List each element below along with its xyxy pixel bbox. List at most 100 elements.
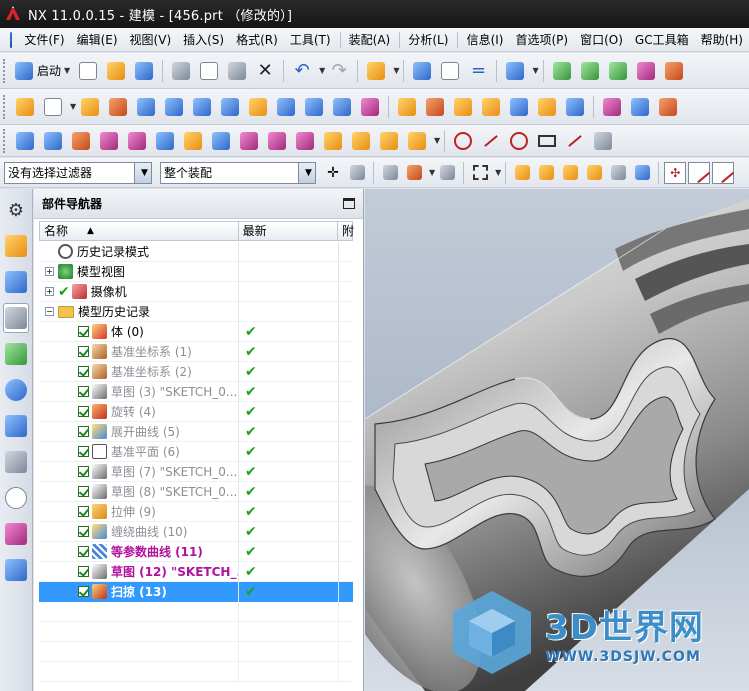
menu-file[interactable]: 文件(F): [18, 29, 70, 51]
menu-window[interactable]: 窗口(O): [574, 29, 629, 51]
snap-point-button[interactable]: [379, 162, 401, 184]
cut-button[interactable]: [169, 59, 193, 83]
undo-button[interactable]: ↶: [290, 59, 314, 83]
through-curves-button[interactable]: [13, 129, 37, 153]
toolbar-grip[interactable]: [3, 128, 7, 153]
visibility-checkbox[interactable]: [78, 446, 89, 457]
edge-select-button[interactable]: [583, 162, 605, 184]
arc-button[interactable]: [507, 129, 531, 153]
visibility-checkbox[interactable]: [78, 386, 89, 397]
chevron-down-icon[interactable]: ▼: [429, 168, 435, 177]
tree-row-feature[interactable]: 缠绕曲线 (10) ✔: [39, 521, 353, 542]
settings-button[interactable]: ⚙: [3, 195, 29, 225]
move-face-button[interactable]: [395, 95, 419, 119]
tree-row-feature[interactable]: 草图 (7) "SKETCH_0... ✔: [39, 461, 353, 482]
tree-row-feature[interactable]: 拉伸 (9) ✔: [39, 501, 353, 522]
open-button[interactable]: [104, 59, 128, 83]
menu-analysis[interactable]: 分析(L): [402, 29, 454, 51]
web-browser-tab[interactable]: [3, 411, 29, 441]
tree-row-feature[interactable]: 基准平面 (6) ✔: [39, 441, 353, 462]
face-blend-button[interactable]: [321, 129, 345, 153]
extend-sheet-button[interactable]: [265, 129, 289, 153]
tree-row-model-views[interactable]: + 模型视图: [39, 261, 353, 282]
chamfer-button[interactable]: [628, 95, 652, 119]
thicken-button[interactable]: [358, 95, 382, 119]
chevron-down-icon[interactable]: ▼: [134, 162, 151, 183]
visibility-checkbox[interactable]: [78, 326, 89, 337]
snap-midpoint-button[interactable]: [688, 161, 711, 184]
chevron-down-icon[interactable]: ▼: [495, 168, 501, 177]
ruled-button[interactable]: [153, 129, 177, 153]
visibility-checkbox[interactable]: [78, 486, 89, 497]
tree-row-feature[interactable]: 旋转 (4) ✔: [39, 401, 353, 422]
snap-curve-button[interactable]: [712, 161, 735, 184]
part-navigator-tab[interactable]: [3, 303, 29, 333]
graphics-viewport[interactable]: 3D世界网 WWW.3DSJW.COM: [365, 189, 749, 691]
hd3d-tools-tab[interactable]: [3, 375, 29, 405]
block-button[interactable]: [302, 95, 326, 119]
reuse-library-tab[interactable]: [3, 339, 29, 369]
maximize-icon[interactable]: [343, 198, 355, 209]
chevron-down-icon[interactable]: ▼: [319, 66, 325, 75]
solid-select-button[interactable]: [631, 162, 653, 184]
system-materials-tab[interactable]: [3, 519, 29, 549]
sheet-select-button[interactable]: [607, 162, 629, 184]
groove-button[interactable]: [274, 95, 298, 119]
point-curve-button[interactable]: [451, 129, 475, 153]
datum-plane-button[interactable]: [41, 95, 65, 119]
body-select-button[interactable]: [559, 162, 581, 184]
menu-assembly[interactable]: 装配(A): [343, 29, 397, 51]
tree-row-cameras[interactable]: + ✔ 摄像机: [39, 281, 353, 302]
n-sided-button[interactable]: [125, 129, 149, 153]
visibility-checkbox[interactable]: [78, 526, 89, 537]
cylinder-button[interactable]: [330, 95, 354, 119]
point-button[interactable]: [634, 59, 658, 83]
sketch-button[interactable]: [13, 95, 37, 119]
mirror-button[interactable]: [451, 95, 475, 119]
axis-button[interactable]: [662, 59, 686, 83]
swept-button[interactable]: [69, 129, 93, 153]
revolve-button[interactable]: [106, 95, 130, 119]
component-select-button[interactable]: [346, 162, 368, 184]
point-type-button[interactable]: [403, 162, 425, 184]
orient-button[interactable]: [606, 59, 630, 83]
tree-row-feature[interactable]: 草图 (8) "SKETCH_0... ✔: [39, 481, 353, 502]
trim-body-button[interactable]: [535, 95, 559, 119]
patch-button[interactable]: [377, 129, 401, 153]
process-studio-tab[interactable]: [3, 555, 29, 585]
select-button[interactable]: [438, 59, 462, 83]
feature-select-button[interactable]: [511, 162, 533, 184]
visibility-checkbox[interactable]: [78, 506, 89, 517]
delete-button[interactable]: ✕: [253, 59, 277, 83]
through-mesh-button[interactable]: [41, 129, 65, 153]
toolbar-grip[interactable]: [3, 58, 7, 83]
menu-information[interactable]: 信息(I): [461, 29, 510, 51]
menu-gc-toolbox[interactable]: GC工具箱: [629, 29, 695, 51]
visibility-checkbox[interactable]: [78, 586, 89, 597]
new-file-button[interactable]: [76, 59, 100, 83]
tree-row-feature[interactable]: 草图 (12) "SKETCH_... ✔: [39, 561, 353, 582]
tree-row-model-history[interactable]: − 模型历史记录: [39, 301, 353, 322]
edit-object-button[interactable]: [410, 59, 434, 83]
history-tab[interactable]: [3, 483, 29, 513]
app-menu-icon[interactable]: [10, 31, 13, 48]
menu-format[interactable]: 格式(R): [230, 29, 284, 51]
tree-row-feature[interactable]: 基准坐标系 (2) ✔: [39, 361, 353, 382]
constraint-navigator-tab[interactable]: [3, 267, 29, 297]
visibility-checkbox[interactable]: [78, 366, 89, 377]
pocket-button[interactable]: [190, 95, 214, 119]
rectangle-select-button[interactable]: [469, 162, 491, 184]
extrude-button[interactable]: [78, 95, 102, 119]
column-extra-header[interactable]: 附: [338, 222, 354, 240]
visibility-checkbox[interactable]: [78, 426, 89, 437]
tree-row-feature[interactable]: 等参数曲线 (11) ✔: [39, 541, 353, 562]
layer-button[interactable]: [550, 59, 574, 83]
edge-blend-button[interactable]: [600, 95, 624, 119]
redo-button[interactable]: ↷: [327, 59, 351, 83]
pad-button[interactable]: [218, 95, 242, 119]
studio-surface-button[interactable]: [181, 129, 205, 153]
menu-help[interactable]: 帮助(H): [695, 29, 749, 51]
visibility-checkbox[interactable]: [78, 406, 89, 417]
visibility-checkbox[interactable]: [78, 466, 89, 477]
tree-row-feature[interactable]: 体 (0) ✔: [39, 321, 353, 342]
